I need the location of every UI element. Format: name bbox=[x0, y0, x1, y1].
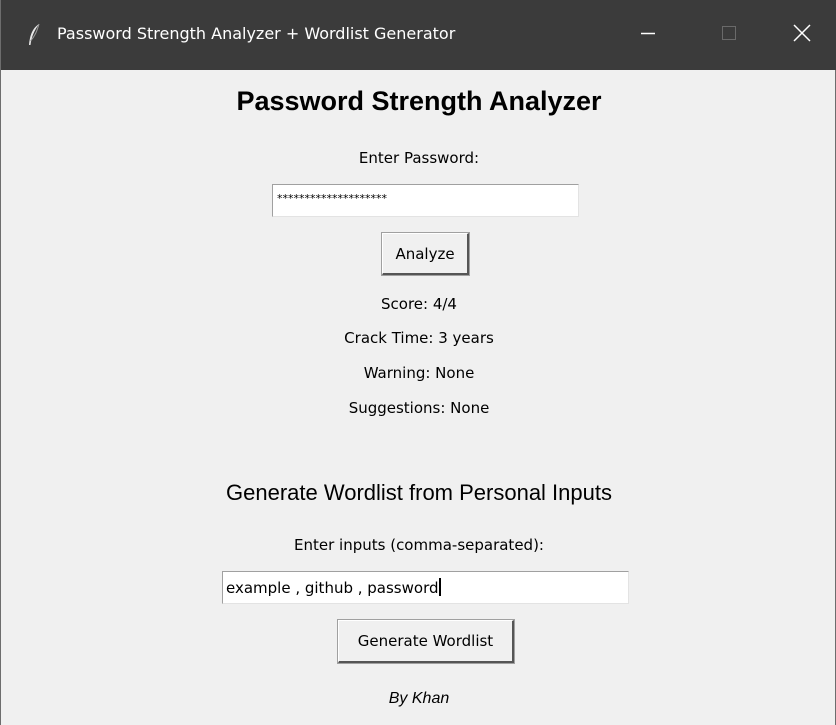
suggestions-text: Suggestions: None bbox=[348, 399, 490, 417]
window-title: Password Strength Analyzer + Wordlist Ge… bbox=[57, 24, 456, 43]
main-content: Password Strength Analyzer Enter Passwor… bbox=[1, 70, 836, 725]
password-value: ******************** bbox=[277, 192, 387, 205]
inputs-label: Enter inputs (comma-separated): bbox=[294, 536, 544, 554]
feather-icon bbox=[27, 23, 41, 47]
password-label: Enter Password: bbox=[358, 149, 480, 167]
title-bar[interactable]: Password Strength Analyzer + Wordlist Ge… bbox=[1, 0, 836, 70]
close-icon bbox=[793, 23, 811, 47]
maximize-icon bbox=[721, 25, 737, 46]
minimize-button[interactable] bbox=[613, 0, 683, 70]
generate-wordlist-button[interactable]: Generate Wordlist bbox=[337, 619, 515, 664]
analyze-button[interactable]: Analyze bbox=[381, 232, 470, 276]
wordlist-inputs-field[interactable]: example , github , password bbox=[222, 571, 629, 604]
crack-time-text: Crack Time: 3 years bbox=[344, 329, 494, 347]
app-window: Password Strength Analyzer + Wordlist Ge… bbox=[0, 0, 836, 725]
analyzer-heading: Password Strength Analyzer bbox=[236, 86, 602, 116]
close-button[interactable] bbox=[767, 0, 836, 70]
password-input[interactable]: ******************** bbox=[272, 184, 579, 217]
wordlist-heading: Generate Wordlist from Personal Inputs bbox=[226, 480, 612, 505]
warning-text: Warning: None bbox=[363, 364, 475, 382]
footer-credit: By Khan bbox=[388, 690, 450, 707]
maximize-button[interactable] bbox=[694, 0, 764, 70]
minimize-icon bbox=[640, 25, 656, 46]
wordlist-inputs-value: example , github , password bbox=[226, 579, 439, 597]
text-cursor bbox=[438, 578, 441, 596]
score-text: Score: 4/4 bbox=[381, 295, 457, 313]
